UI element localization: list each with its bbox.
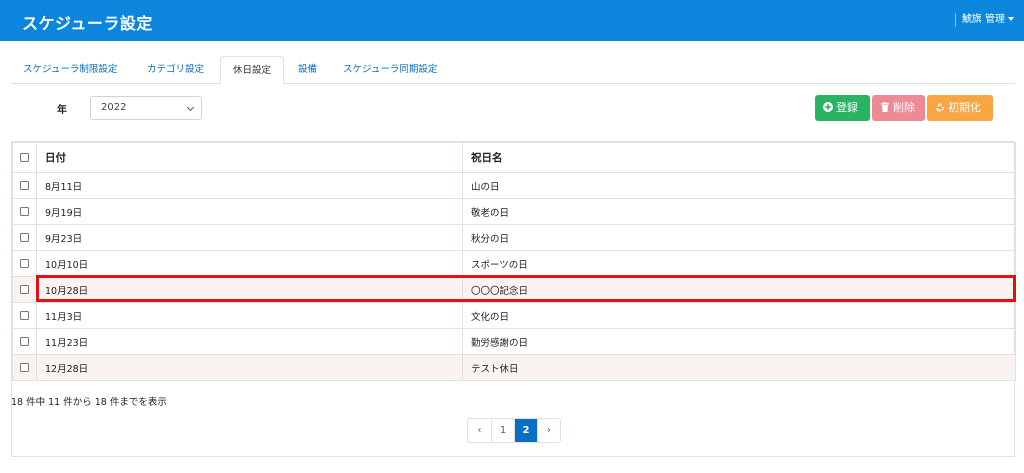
register-button[interactable]: 登録 xyxy=(815,95,870,121)
caret-down-icon xyxy=(1008,17,1014,21)
holiday-name-cell: 敬老の日 xyxy=(462,198,1016,225)
holiday-name-cell: 文化の日 xyxy=(462,302,1016,329)
page-1-button[interactable]: 1 xyxy=(491,419,514,442)
table-row[interactable]: 11月23日 勤労感謝の日 xyxy=(12,328,1016,355)
delete-label: 削除 xyxy=(893,101,915,114)
date-cell: 9月23日 xyxy=(36,224,463,251)
register-label: 登録 xyxy=(836,101,858,114)
table-row[interactable]: 10月10日 スポーツの日 xyxy=(12,250,1016,277)
date-cell: 8月11日 xyxy=(36,172,463,199)
table-row[interactable]: 9月19日 敬老の日 xyxy=(12,198,1016,225)
tab-scheduler-limit[interactable]: スケジューラ制限設定 xyxy=(11,56,129,84)
tab-equipment[interactable]: 設備 xyxy=(286,56,329,84)
reset-button[interactable]: 初期化 xyxy=(927,95,993,121)
select-all-cell xyxy=(12,142,37,173)
page-2-button[interactable]: 2 xyxy=(514,419,537,442)
row-checkbox[interactable] xyxy=(20,233,29,242)
highlight-box xyxy=(36,275,1016,302)
column-header-holiday[interactable]: 祝日名 xyxy=(462,142,1016,173)
date-cell: 10月10日 xyxy=(36,250,463,277)
reset-label: 初期化 xyxy=(948,101,981,114)
holiday-name-cell: 秋分の日 xyxy=(462,224,1016,251)
date-cell: 9月19日 xyxy=(36,198,463,225)
tab-scheduler-sync[interactable]: スケジューラ同期設定 xyxy=(331,56,449,84)
next-page-button[interactable]: › xyxy=(537,419,560,442)
year-value: 2022 xyxy=(101,102,127,113)
recycle-icon xyxy=(936,102,944,112)
date-cell: 12月28日 xyxy=(36,354,463,381)
row-checkbox[interactable] xyxy=(20,363,29,372)
table-row[interactable]: 12月28日 テスト休日 xyxy=(12,354,1016,381)
tab-holiday[interactable]: 休日設定 xyxy=(220,56,285,85)
row-checkbox[interactable] xyxy=(20,207,29,216)
date-cell: 11月23日 xyxy=(36,328,463,355)
app-header: スケジューラ設定 鯱旗 管理 xyxy=(0,0,1024,41)
user-name: 鯱旗 管理 xyxy=(961,14,1005,25)
plus-circle-icon xyxy=(823,102,833,112)
settings-tabs: スケジューラ制限設定 カテゴリ設定 休日設定 設備 スケジューラ同期設定 xyxy=(11,56,1015,85)
table-row[interactable]: 9月23日 秋分の日 xyxy=(12,224,1016,251)
row-checkbox[interactable] xyxy=(20,181,29,190)
select-all-checkbox[interactable] xyxy=(20,153,29,162)
date-cell: 11月3日 xyxy=(36,302,463,329)
row-checkbox[interactable] xyxy=(20,259,29,268)
delete-button[interactable]: 削除 xyxy=(872,95,925,121)
user-menu[interactable]: 鯱旗 管理 xyxy=(954,13,1014,27)
table-row[interactable]: 8月11日 山の日 xyxy=(12,172,1016,199)
holiday-name-cell: 山の日 xyxy=(462,172,1016,199)
chevron-down-icon xyxy=(186,103,195,112)
tab-category[interactable]: カテゴリ設定 xyxy=(135,56,216,84)
column-header-date[interactable]: 日付 xyxy=(36,142,463,173)
prev-page-button[interactable]: ‹ xyxy=(468,419,491,442)
holiday-name-cell: スポーツの日 xyxy=(462,250,1016,277)
holiday-name-cell: テスト休日 xyxy=(462,354,1016,381)
table-row[interactable]: 11月3日 文化の日 xyxy=(12,302,1016,329)
row-checkbox[interactable] xyxy=(20,311,29,320)
pagination: ‹ 1 2 › xyxy=(467,418,561,443)
table-header-row: 日付 祝日名 xyxy=(12,142,1016,173)
year-label: 年 xyxy=(57,105,67,116)
trash-icon xyxy=(881,102,889,112)
year-select[interactable]: 2022 xyxy=(90,96,202,120)
pagination-info: 18 件中 11 件から 18 件までを表示 xyxy=(11,397,167,408)
row-checkbox[interactable] xyxy=(20,337,29,346)
page-title: スケジューラ設定 xyxy=(22,14,153,33)
holiday-name-cell: 勤労感謝の日 xyxy=(462,328,1016,355)
holiday-table: 日付 祝日名 8月11日 山の日 9月19日 敬老の日 9月23日 秋分の日 1… xyxy=(12,142,1016,381)
row-checkbox[interactable] xyxy=(20,285,29,294)
